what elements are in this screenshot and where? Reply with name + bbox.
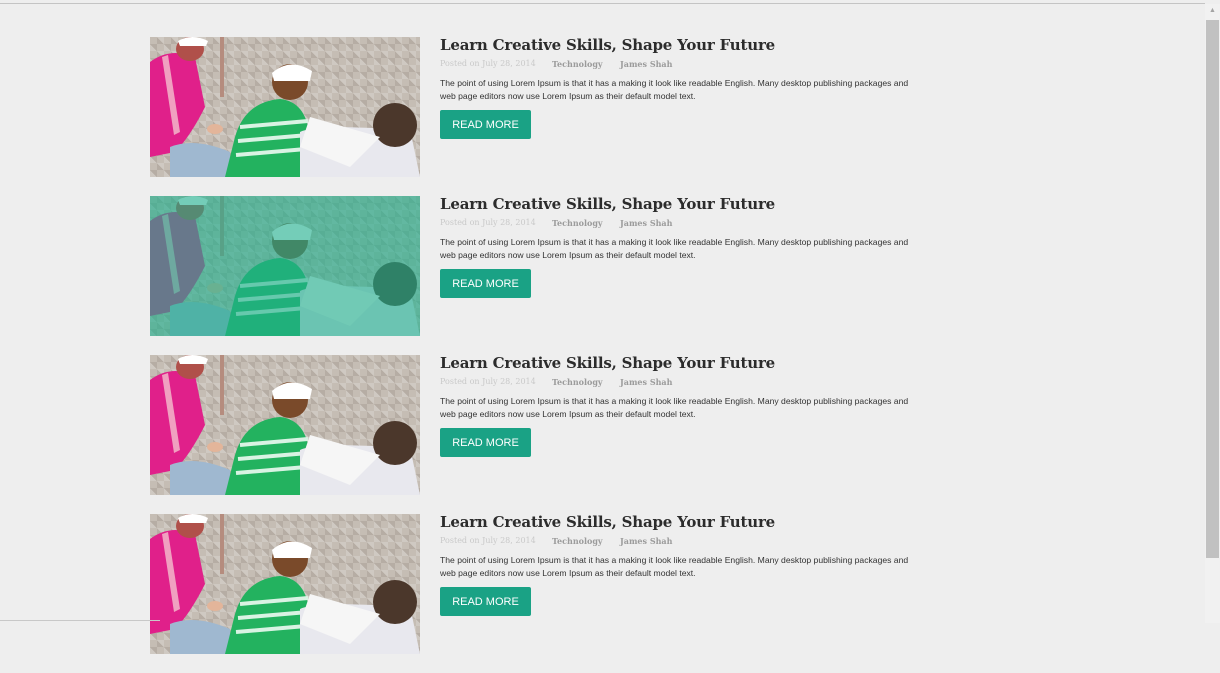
read-more-button[interactable]: READ MORE <box>440 269 531 298</box>
students-photo-icon <box>150 514 420 654</box>
post-category[interactable]: Technology <box>552 218 620 228</box>
post-thumbnail[interactable] <box>150 514 420 654</box>
post-category[interactable]: Technology <box>552 59 620 69</box>
read-more-button[interactable]: READ MORE <box>440 428 531 457</box>
post-author[interactable]: James Shah <box>620 218 672 228</box>
vertical-scrollbar[interactable]: ▲ <box>1205 4 1220 623</box>
post-date: Posted on July 28, 2014 <box>440 59 536 68</box>
blog-post: Learn Creative Skills, Shape Your Future… <box>150 37 910 177</box>
post-date: Posted on July 28, 2014 <box>440 536 536 545</box>
post-thumbnail[interactable] <box>150 355 420 495</box>
post-content: Learn Creative Skills, Shape Your Future… <box>440 355 910 495</box>
post-meta: Posted on July 28, 2014 Technology James… <box>440 59 910 69</box>
post-title[interactable]: Learn Creative Skills, Shape Your Future <box>440 37 910 53</box>
blog-post: Learn Creative Skills, Shape Your Future… <box>150 514 910 654</box>
hover-overlay <box>150 196 420 336</box>
post-meta: Posted on July 28, 2014 Technology James… <box>440 377 910 387</box>
read-more-button[interactable]: READ MORE <box>440 587 531 616</box>
post-thumbnail[interactable] <box>150 37 420 177</box>
post-author[interactable]: James Shah <box>620 536 672 546</box>
post-date: Posted on July 28, 2014 <box>440 218 536 227</box>
post-category[interactable]: Technology <box>552 536 620 546</box>
post-content: Learn Creative Skills, Shape Your Future… <box>440 196 910 336</box>
post-author[interactable]: James Shah <box>620 59 672 69</box>
top-border <box>0 3 1205 4</box>
post-title[interactable]: Learn Creative Skills, Shape Your Future <box>440 514 910 530</box>
post-excerpt: The point of using Lorem Ipsum is that i… <box>440 237 909 260</box>
post-excerpt: The point of using Lorem Ipsum is that i… <box>440 396 909 419</box>
blog-post-list: Learn Creative Skills, Shape Your Future… <box>150 37 910 673</box>
read-more-button[interactable]: READ MORE <box>440 110 531 139</box>
bottom-border <box>0 620 160 621</box>
post-excerpt: The point of using Lorem Ipsum is that i… <box>440 555 909 578</box>
blog-post: Learn Creative Skills, Shape Your Future… <box>150 196 910 336</box>
blog-post: Learn Creative Skills, Shape Your Future… <box>150 355 910 495</box>
post-content: Learn Creative Skills, Shape Your Future… <box>440 37 910 177</box>
post-title[interactable]: Learn Creative Skills, Shape Your Future <box>440 196 910 212</box>
post-author[interactable]: James Shah <box>620 377 672 387</box>
post-date: Posted on July 28, 2014 <box>440 377 536 386</box>
post-meta: Posted on July 28, 2014 Technology James… <box>440 536 910 546</box>
post-meta: Posted on July 28, 2014 Technology James… <box>440 218 910 228</box>
scroll-up-icon[interactable]: ▲ <box>1205 4 1220 18</box>
post-category[interactable]: Technology <box>552 377 620 387</box>
post-content: Learn Creative Skills, Shape Your Future… <box>440 514 910 654</box>
scrollbar-thumb[interactable] <box>1206 20 1219 558</box>
post-thumbnail[interactable] <box>150 196 420 336</box>
post-excerpt: The point of using Lorem Ipsum is that i… <box>440 78 909 101</box>
post-title[interactable]: Learn Creative Skills, Shape Your Future <box>440 355 910 371</box>
students-photo-icon <box>150 355 420 495</box>
students-photo-icon <box>150 37 420 177</box>
